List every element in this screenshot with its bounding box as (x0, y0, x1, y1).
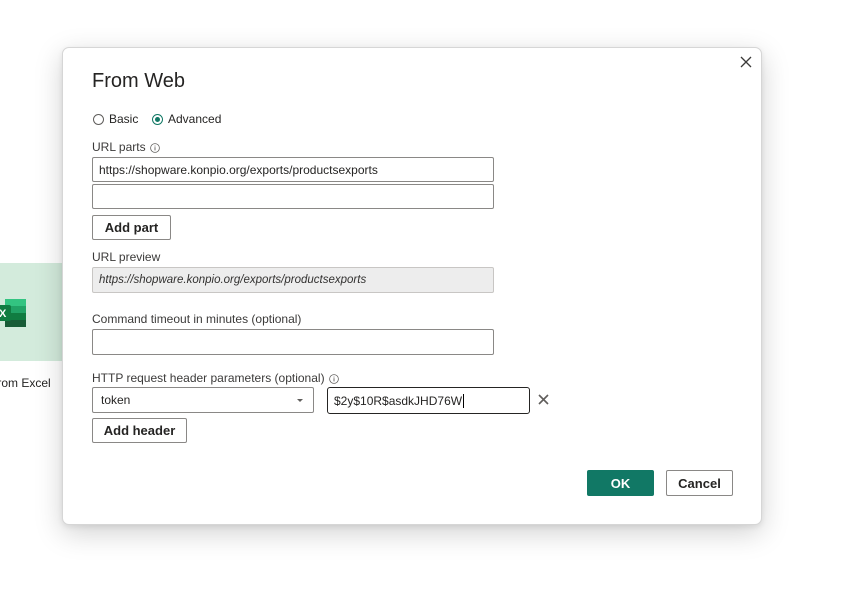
header-name-dropdown[interactable]: token (92, 387, 314, 413)
header-name-value: token (101, 393, 131, 407)
radio-basic-indicator (93, 113, 104, 125)
url-parts-label: URL parts (92, 140, 160, 154)
timeout-label: Command timeout in minutes (optional) (92, 312, 302, 326)
radio-advanced-indicator (152, 113, 163, 125)
ok-button[interactable]: OK (587, 470, 654, 496)
add-part-button[interactable]: Add part (92, 215, 171, 240)
tile-label: from Excel (0, 376, 51, 390)
from-web-dialog: From Web Basic Advanced URL parts https:… (62, 47, 762, 525)
text-cursor (463, 393, 465, 408)
header-value-text: $2y$10R$asdkJHD76W (334, 393, 463, 408)
url-part-input-1[interactable]: https://shopware.konpio.org/exports/prod… (92, 157, 494, 182)
screen: X from Excel From Web Basic Advanced URL… (0, 0, 857, 612)
info-icon[interactable] (328, 373, 339, 384)
remove-header-icon[interactable] (537, 393, 550, 406)
cancel-button[interactable]: Cancel (666, 470, 733, 496)
url-preview-label: URL preview (92, 250, 161, 264)
http-headers-label-text: HTTP request header parameters (optional… (92, 371, 325, 385)
radio-advanced-label: Advanced (168, 112, 222, 126)
dialog-title: From Web (92, 70, 185, 92)
http-headers-label: HTTP request header parameters (optional… (92, 371, 339, 385)
radio-basic-label: Basic (109, 112, 139, 126)
radio-advanced[interactable]: Advanced (152, 112, 221, 126)
from-excel-tile[interactable]: X from Excel (0, 263, 68, 403)
chevron-down-icon (297, 398, 303, 402)
url-preview-value: https://shopware.konpio.org/exports/prod… (92, 267, 494, 293)
radio-basic[interactable]: Basic (93, 112, 138, 126)
url-parts-label-text: URL parts (92, 140, 146, 154)
timeout-input[interactable] (92, 329, 494, 355)
excel-icon: X (0, 298, 27, 328)
svg-text:X: X (0, 308, 7, 320)
add-header-button[interactable]: Add header (92, 418, 187, 443)
info-icon[interactable] (149, 142, 160, 153)
tile-highlight: X (0, 263, 68, 361)
url-part-input-2[interactable] (92, 184, 494, 209)
close-icon[interactable] (738, 54, 754, 70)
header-value-input[interactable]: $2y$10R$asdkJHD76W (327, 387, 530, 414)
